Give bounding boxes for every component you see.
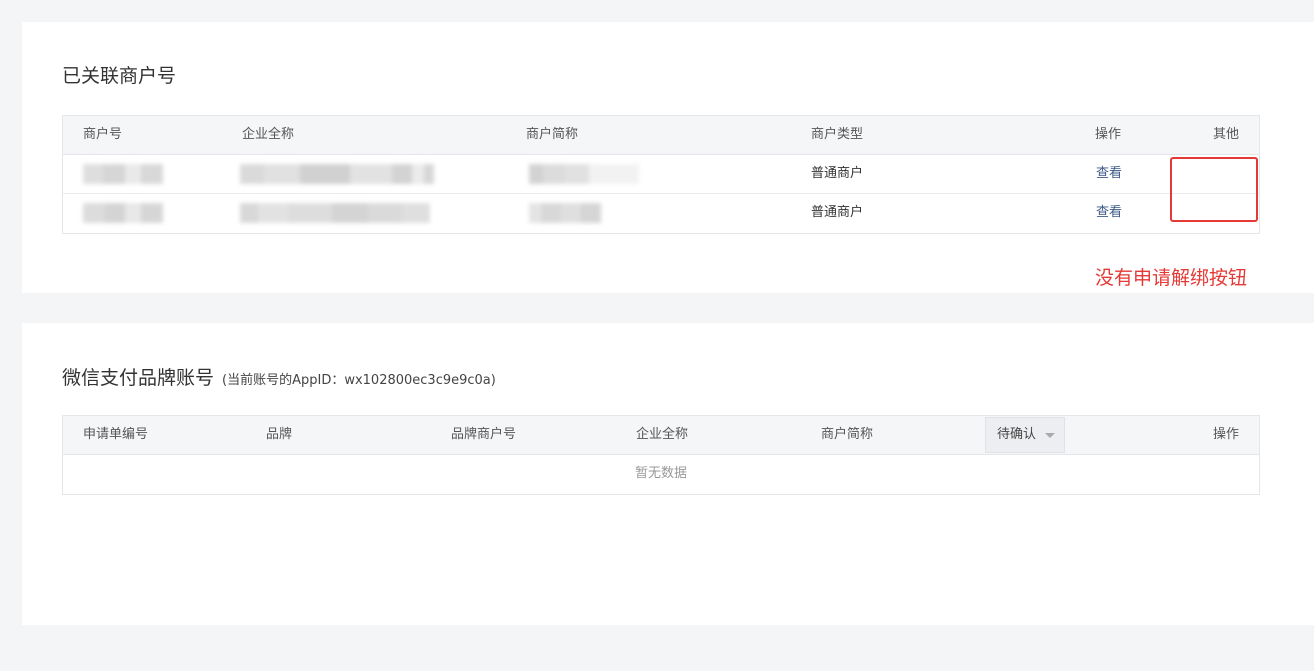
annotation-highlight-box — [1170, 157, 1258, 222]
merchant-type: 普通商户 — [811, 205, 864, 220]
linked-merchants-table: 商户号 企业全称 商户简称 商户类型 操作 其他 普通商户 查看 普通商户 查看 — [62, 115, 1260, 234]
table-header: 申请单编号 品牌 品牌商户号 企业全称 商户简称 待确认 操作 — [63, 416, 1259, 455]
short-name-blurred — [529, 164, 639, 184]
merchant-id-blurred — [83, 164, 163, 184]
merchant-id-blurred — [83, 203, 163, 223]
status-filter-dropdown[interactable]: 待确认 — [985, 417, 1065, 453]
appid-subtitle: (当前账号的AppID：wx102800ec3c9e9c0a) — [222, 373, 496, 388]
linked-merchants-title: 已关联商户号 — [62, 65, 177, 87]
col-merchant-short-name: 商户简称 — [821, 427, 874, 442]
status-filter-value: 待确认 — [997, 427, 1037, 442]
col-merchant-type: 商户类型 — [811, 127, 864, 142]
col-other: 其他 — [1213, 127, 1240, 142]
brand-accounts-title-text: 微信支付品牌账号 — [62, 367, 215, 389]
col-action: 操作 — [1213, 427, 1240, 442]
col-brand: 品牌 — [266, 427, 293, 442]
col-brand-merchant-id: 品牌商户号 — [451, 427, 517, 442]
table-row: 普通商户 查看 — [63, 155, 1259, 194]
col-merchant-short-name: 商户简称 — [526, 127, 579, 142]
chevron-down-icon — [1045, 433, 1055, 438]
col-application-id: 申请单编号 — [83, 427, 149, 442]
table-header: 商户号 企业全称 商户简称 商户类型 操作 其他 — [63, 116, 1259, 155]
view-link[interactable]: 查看 — [1096, 194, 1122, 232]
short-name-blurred — [529, 203, 601, 223]
col-action: 操作 — [1095, 127, 1122, 142]
view-link[interactable]: 查看 — [1096, 155, 1122, 193]
col-company-name: 企业全称 — [242, 127, 295, 142]
col-merchant-id: 商户号 — [83, 127, 123, 142]
col-company-name: 企业全称 — [636, 427, 689, 442]
merchant-type: 普通商户 — [811, 166, 864, 181]
brand-accounts-title: 微信支付品牌账号 (当前账号的AppID：wx102800ec3c9e9c0a) — [62, 363, 496, 390]
linked-merchants-card: 已关联商户号 商户号 企业全称 商户简称 商户类型 操作 其他 普通商户 查看 — [22, 22, 1314, 293]
annotation-text: 没有申请解绑按钮 — [1095, 267, 1248, 289]
brand-accounts-card: 微信支付品牌账号 (当前账号的AppID：wx102800ec3c9e9c0a) … — [22, 323, 1314, 625]
empty-state: 暂无数据 — [634, 466, 687, 481]
table-row: 普通商户 查看 — [63, 194, 1259, 233]
brand-accounts-table: 申请单编号 品牌 品牌商户号 企业全称 商户简称 待确认 操作 暂无数据 — [62, 415, 1260, 495]
company-name-blurred — [240, 203, 430, 223]
company-name-blurred — [240, 164, 434, 184]
